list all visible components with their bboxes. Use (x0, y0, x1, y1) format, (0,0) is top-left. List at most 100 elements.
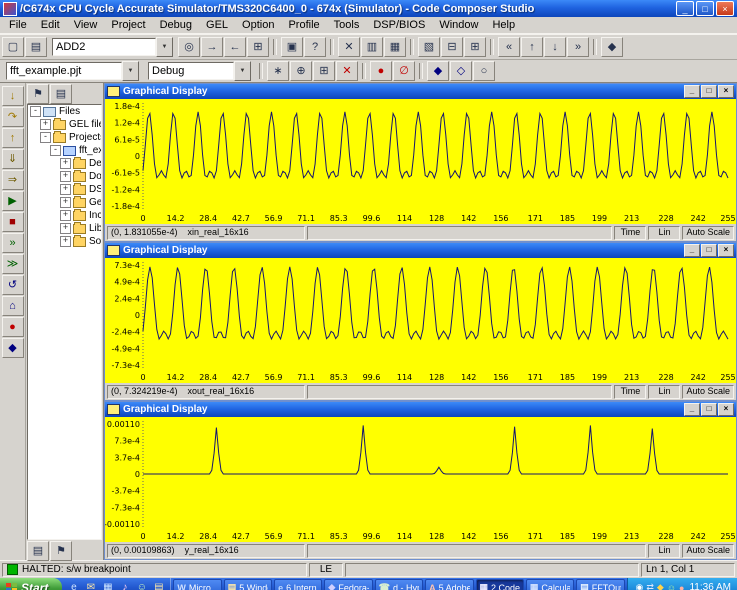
chevron-down-icon[interactable]: ▼ (122, 61, 139, 81)
tree-item-projects[interactable]: -Projects (28, 131, 101, 144)
remove-all-breakpoints-icon[interactable]: ∅ (393, 61, 415, 81)
find-previous-icon[interactable]: ← (224, 37, 246, 57)
update-icon[interactable]: ● (679, 583, 684, 590)
expander-icon[interactable]: + (40, 119, 51, 130)
tree-item-generat[interactable]: +Generat... (28, 196, 101, 209)
bookmarks-view-icon[interactable]: ⚑ (50, 541, 72, 561)
asm-step-over-icon[interactable]: ⇒ (2, 170, 24, 190)
quicklaunch-media-player-icon[interactable]: ♪ (117, 580, 132, 590)
run-icon[interactable]: ▶ (2, 191, 24, 211)
messenger-icon[interactable]: ☺ (667, 583, 676, 590)
chevron-down-icon[interactable]: ▼ (234, 61, 251, 81)
graphical-display-titlebar[interactable]: Graphical Display_□× (105, 243, 736, 258)
pin-window-icon[interactable]: ◆ (601, 37, 623, 57)
expander-icon[interactable]: + (60, 158, 71, 169)
file-view-icon[interactable]: ▤ (27, 541, 49, 561)
bookmark-icon[interactable]: ⚑ (27, 84, 49, 104)
animate-icon[interactable]: » (2, 233, 24, 253)
tree-item-libraries[interactable]: +Libraries (28, 222, 101, 235)
go-back-icon[interactable]: « (498, 37, 520, 57)
antivirus-icon[interactable]: ◆ (657, 582, 664, 590)
go-to-main-icon[interactable]: ⌂ (2, 296, 24, 316)
task-internet-explorer-group[interactable]: e6 Intern... (274, 579, 322, 590)
menu-view[interactable]: View (67, 18, 105, 32)
step-into-icon[interactable]: ↓ (2, 86, 24, 106)
maximize-icon[interactable]: □ (701, 244, 717, 257)
compile-file-icon[interactable]: ∗ (267, 61, 289, 81)
menu-dsp-bios[interactable]: DSP/BIOS (366, 18, 432, 32)
auto-scale-panel[interactable]: Auto Scale (682, 544, 734, 558)
window-cascade-icon[interactable]: ▧ (418, 37, 440, 57)
paste-icon[interactable]: ▦ (384, 37, 406, 57)
toggle-breakpoint-icon[interactable]: ● (2, 317, 24, 337)
expander-icon[interactable]: + (60, 184, 71, 195)
lin-panel[interactable]: Lin (648, 544, 680, 558)
remove-all-probe-points-icon[interactable]: ◇ (450, 61, 472, 81)
halt-icon[interactable]: ■ (2, 212, 24, 232)
start-button[interactable]: Start (0, 578, 62, 590)
tree-item-depende[interactable]: +Depende... (28, 157, 101, 170)
volume-icon[interactable]: ◉ (636, 582, 644, 590)
go-up-icon[interactable]: ↑ (521, 37, 543, 57)
minimize-icon[interactable]: _ (684, 244, 700, 257)
quicklaunch-messenger-icon[interactable]: ☺ (134, 580, 149, 590)
window-float-icon[interactable]: ⊞ (464, 37, 486, 57)
step-out-icon[interactable]: ↑ (2, 128, 24, 148)
find-next-icon[interactable]: → (201, 37, 223, 57)
plot-xout-real-16x16[interactable]: 7.3e-44.9e-42.4e-40-2.4e-4-4.9e-4-7.3e-4… (105, 258, 736, 383)
print-icon[interactable]: ▣ (281, 37, 303, 57)
expander-icon[interactable]: - (40, 132, 51, 143)
task-adobe-group[interactable]: A5 Adobe ... (425, 579, 473, 590)
task-hyperterminal[interactable]: ☎d - HyperT... (375, 579, 423, 590)
quicklaunch-outlook-icon[interactable]: ✉ (83, 580, 98, 590)
task-calculator[interactable]: ▦Calculator (526, 579, 574, 590)
build-config-combo[interactable]: Debug▼ (148, 62, 251, 80)
cut-icon[interactable]: ✕ (338, 37, 360, 57)
network-icon[interactable]: ⇄ (646, 582, 654, 590)
task-microsoft-word[interactable]: WMicro... (173, 579, 221, 590)
menu-tools[interactable]: Tools (327, 18, 367, 32)
find-in-files-icon[interactable]: ⊞ (247, 37, 269, 57)
plot-xin-real-16x16[interactable]: 1.8e-41.2e-46.1e-50-6.1e-5-1.2e-4-1.8e-4… (105, 99, 736, 224)
quicklaunch-folder-icon[interactable]: ▤ (151, 580, 166, 590)
project-combo[interactable]: fft_example.pjt▼ (6, 62, 139, 80)
menu-window[interactable]: Window (432, 18, 485, 32)
maximize-icon[interactable]: □ (701, 403, 717, 416)
menu-project[interactable]: Project (104, 18, 152, 32)
menu-option[interactable]: Option (235, 18, 281, 32)
chevron-down-icon[interactable]: ▼ (156, 37, 173, 57)
asm-step-into-icon[interactable]: ⇓ (2, 149, 24, 169)
new-source-file-icon[interactable]: ▢ (2, 37, 24, 57)
close-icon[interactable]: × (716, 1, 734, 16)
minimize-icon[interactable]: _ (676, 1, 694, 16)
auto-scale-panel[interactable]: Auto Scale (682, 226, 734, 240)
expander-icon[interactable]: - (50, 145, 61, 156)
find-word-icon[interactable]: ◎ (178, 37, 200, 57)
expander-icon[interactable]: + (60, 223, 71, 234)
tree-item-files[interactable]: -Files (28, 105, 101, 118)
run-free-icon[interactable]: ≫ (2, 254, 24, 274)
toggle-breakpoint-icon[interactable]: ● (370, 61, 392, 81)
incremental-build-icon[interactable]: ⊕ (290, 61, 312, 81)
graphical-display-titlebar[interactable]: Graphical Display_□× (105, 84, 736, 99)
maximize-icon[interactable]: □ (696, 1, 714, 16)
tree-item-fft-exampl[interactable]: -fft_exampl... (28, 144, 101, 157)
time-panel[interactable]: Time (614, 226, 646, 240)
close-icon[interactable]: × (718, 85, 734, 98)
time-panel[interactable]: Time (614, 385, 646, 399)
task-code-composer-group[interactable]: ▦2 Code ... (476, 579, 524, 590)
quicklaunch-internet-explorer-icon[interactable]: e (66, 580, 81, 590)
open-file-icon[interactable]: ▤ (25, 37, 47, 57)
expander-icon[interactable]: + (60, 210, 71, 221)
restart-icon[interactable]: ↺ (2, 275, 24, 295)
tree-item-dsp-bio[interactable]: +DSP/BIO... (28, 183, 101, 196)
profiler-clock-icon[interactable]: ○ (473, 61, 495, 81)
copy-icon[interactable]: ▥ (361, 37, 383, 57)
tree-item-docume[interactable]: +Docume... (28, 170, 101, 183)
menu-edit[interactable]: Edit (34, 18, 67, 32)
expander-icon[interactable]: + (60, 236, 71, 247)
menu-gel[interactable]: GEL (199, 18, 235, 32)
task-fftoutput-notepad[interactable]: ▤FFTOutpu... (576, 579, 624, 590)
tree-item-gel-files[interactable]: +GEL files (28, 118, 101, 131)
task-fedora-window[interactable]: ◆Fedora-10... (324, 579, 372, 590)
